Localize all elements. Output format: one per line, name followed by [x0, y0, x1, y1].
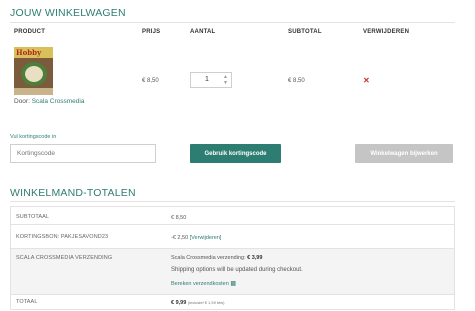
col-remove: VERWIJDEREN: [363, 29, 410, 35]
product-thumbnail[interactable]: Hobby: [14, 47, 53, 95]
totals-row-total: TOTAAL € 9,99 (inclusief € 1,59 btw): [11, 295, 454, 310]
subtotal-label: SUBTOTAAL: [16, 214, 50, 220]
total-tax-note: (inclusief € 1,59 btw): [187, 300, 225, 305]
coupon-applied-label: KORTINGSBON: PAKJESAVOND23: [16, 234, 109, 240]
shipping-method: Scala Crossmedia verzending: € 3,99: [171, 255, 262, 261]
calculate-shipping-link[interactable]: Bereken verzendkosten: [171, 281, 229, 287]
shipping-amount: € 3,99: [247, 255, 263, 261]
totals-row-subtotal: SUBTOTAAL € 8,50: [11, 207, 454, 225]
coupon-discount: -€ 2,50: [171, 235, 189, 241]
vendor-by-label: Door:: [14, 98, 30, 105]
product-vendor-line: Door: Scala Crossmedia: [14, 98, 84, 105]
col-quantity: AANTAL: [190, 29, 216, 35]
totals-title: WINKELMAND-TOTALEN: [10, 187, 136, 199]
total-value: € 9,99: [171, 300, 187, 306]
col-subtotal: SUBTOTAL: [288, 29, 322, 35]
shipping-calculator: Bereken verzendkosten ▩: [171, 280, 236, 287]
vendor-link[interactable]: Scala Crossmedia: [32, 98, 85, 105]
totals-row-shipping: SCALA CROSSMEDIA VERZENDING Scala Crossm…: [11, 249, 454, 295]
cart-title: JOUW WINKELWAGEN: [10, 7, 126, 19]
remove-coupon-link[interactable]: [Verwijderen]: [190, 235, 222, 241]
cart-title-divider: [10, 22, 455, 23]
totals-title-divider: [10, 201, 455, 202]
quantity-stepper[interactable]: 1 ▲ ▼: [190, 72, 232, 88]
col-price: PRIJS: [142, 29, 161, 35]
quantity-value: 1: [205, 76, 209, 83]
coupon-applied-value: -€ 2,50 [Verwijderen]: [171, 235, 221, 241]
truck-icon[interactable]: ▩: [230, 281, 236, 287]
update-cart-button[interactable]: Winkelwagen bijwerken: [355, 144, 453, 163]
remove-item-icon[interactable]: ✕: [363, 76, 370, 85]
col-product: PRODUCT: [14, 29, 46, 35]
subtotal-value: € 8,50: [171, 215, 187, 221]
shipping-note: Shipping options will be updated during …: [171, 267, 303, 273]
apply-coupon-button[interactable]: Gebruik kortingscode: [190, 144, 281, 163]
total-label: TOTAAL: [16, 299, 38, 305]
total-value-line: € 9,99 (inclusief € 1,59 btw): [171, 300, 225, 306]
coupon-input[interactable]: [10, 144, 156, 163]
item-subtotal: € 8,50: [288, 78, 305, 84]
shipping-method-name: Scala Crossmedia verzending:: [171, 255, 246, 261]
totals-table: SUBTOTAAL € 8,50 KORTINGSBON: PAKJESAVON…: [10, 206, 455, 310]
coupon-label: Vul kortingscode in: [10, 134, 57, 140]
spinner-arrows-icon[interactable]: ▲ ▼: [223, 74, 228, 86]
totals-row-coupon: KORTINGSBON: PAKJESAVOND23 -€ 2,50 [Verw…: [11, 225, 454, 249]
shipping-label: SCALA CROSSMEDIA VERZENDING: [16, 255, 113, 261]
item-price: € 8,50: [142, 78, 159, 84]
